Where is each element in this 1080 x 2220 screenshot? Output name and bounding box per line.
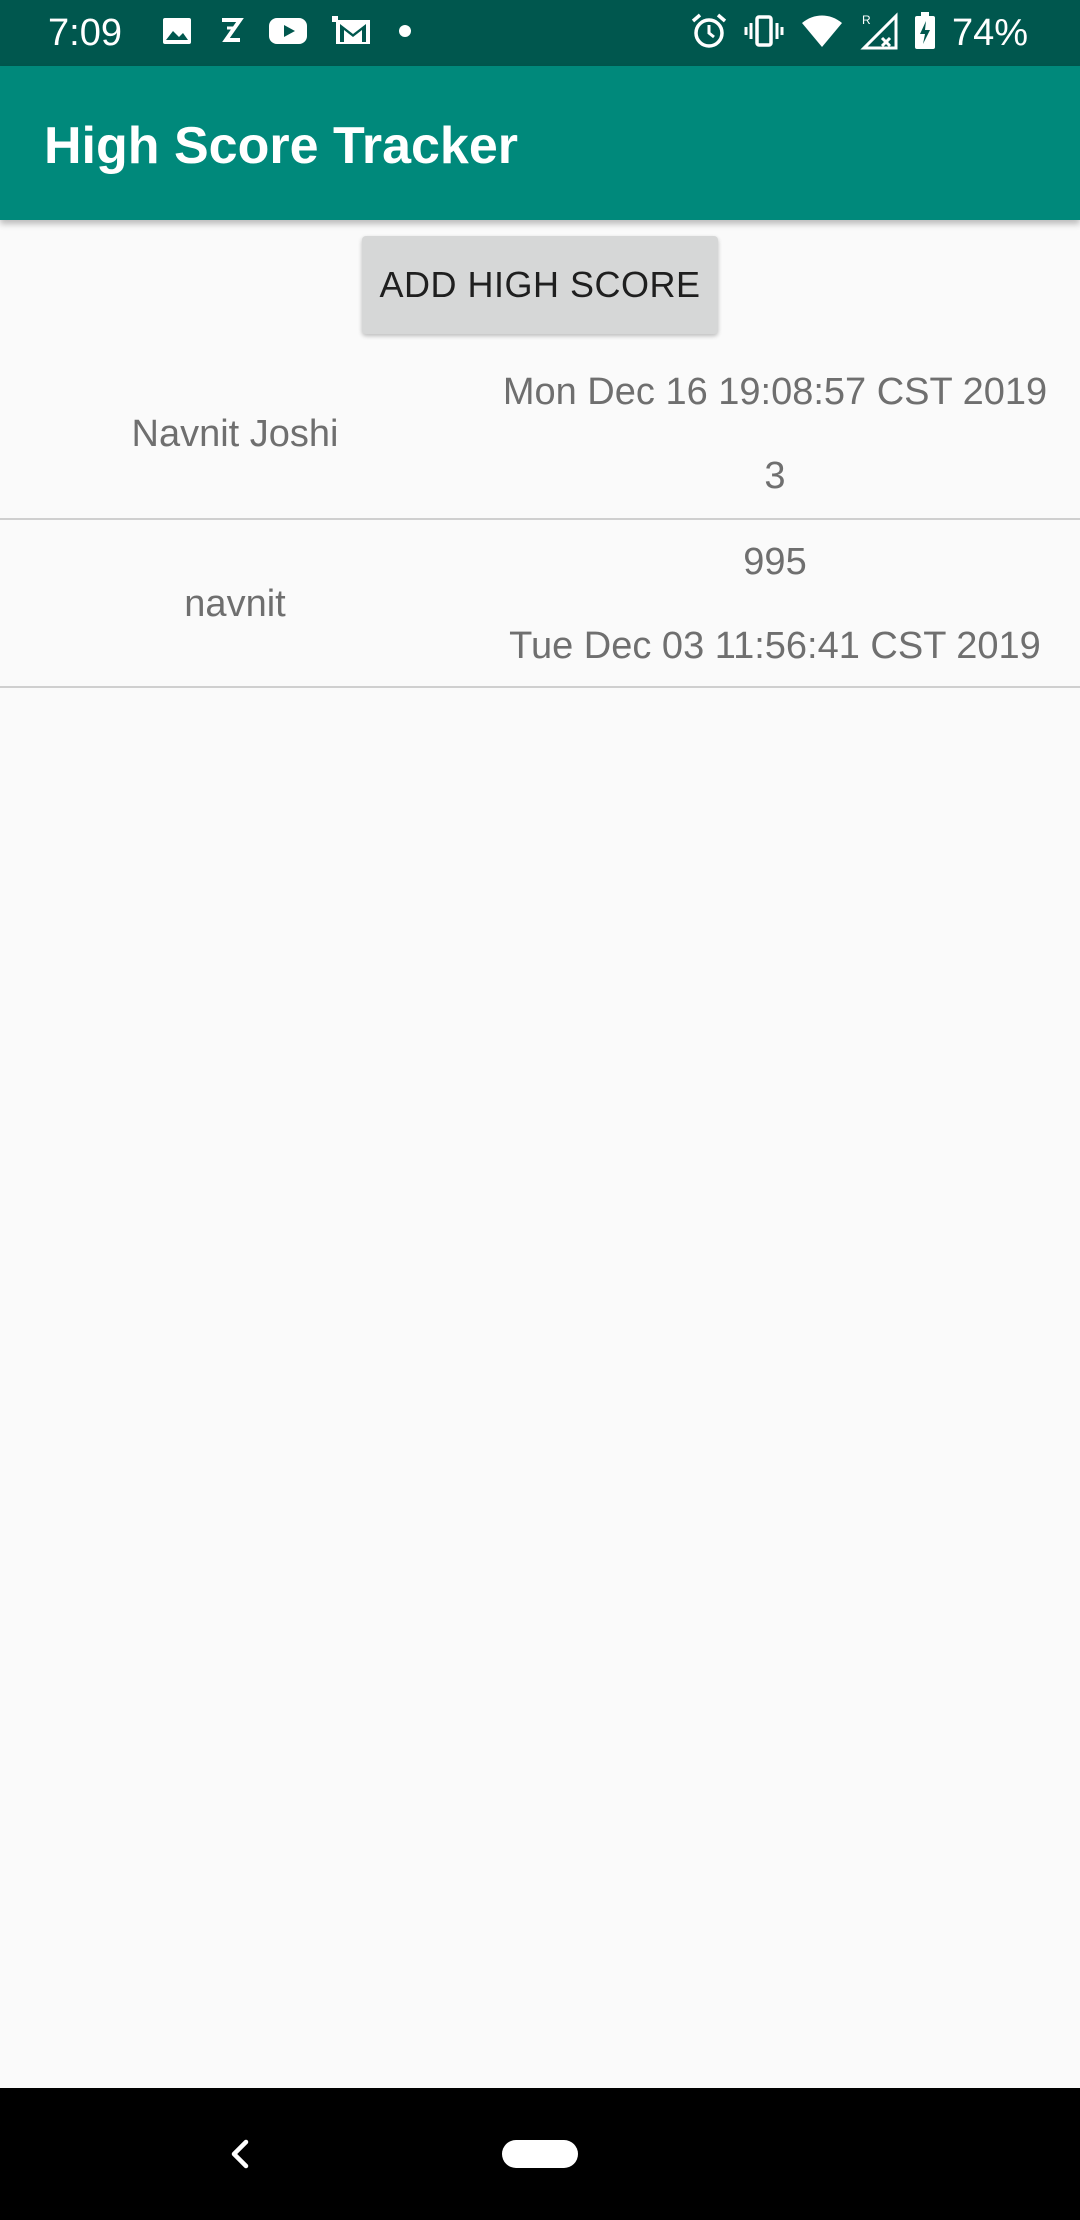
score-date: Mon Dec 16 19:08:57 CST 2019	[502, 371, 1048, 413]
dot-icon	[398, 24, 412, 43]
score-row[interactable]: navnit 995 Tue Dec 03 11:56:41 CST 2019	[0, 520, 1080, 688]
youtube-icon	[268, 16, 308, 51]
image-icon	[160, 14, 194, 53]
app-title: High Score Tracker	[44, 117, 518, 175]
signal-icon: R	[860, 11, 898, 55]
notification-icons	[160, 14, 412, 52]
score-value: 995	[743, 541, 807, 583]
screen: 7:09 R 74% High Score Tracker ADD HIGH S…	[0, 0, 1080, 2220]
gmail-icon	[332, 14, 374, 53]
add-high-score-button[interactable]: ADD HIGH SCORE	[362, 236, 718, 334]
wifi-icon	[800, 13, 844, 54]
battery-percentage: 74%	[951, 12, 1028, 54]
status-bar: 7:09 R 74%	[0, 0, 1080, 66]
system-icons: R 74%	[691, 8, 1080, 58]
status-time: 7:09	[48, 12, 122, 54]
score-value: 3	[764, 455, 786, 497]
alarm-icon	[690, 12, 728, 55]
player-name: navnit	[184, 583, 286, 625]
player-name: Navnit Joshi	[131, 413, 339, 455]
score-date: Tue Dec 03 11:56:41 CST 2019	[509, 625, 1041, 667]
app-bar: High Score Tracker	[0, 66, 1080, 220]
score-row[interactable]: Navnit Joshi Mon Dec 16 19:08:57 CST 201…	[0, 352, 1080, 520]
battery-charging-icon	[914, 11, 936, 55]
svg-text:R: R	[862, 13, 871, 27]
back-icon[interactable]	[222, 2130, 258, 2178]
vibrate-icon	[744, 14, 784, 53]
zomato-icon	[218, 14, 244, 53]
home-icon[interactable]	[502, 2140, 578, 2168]
